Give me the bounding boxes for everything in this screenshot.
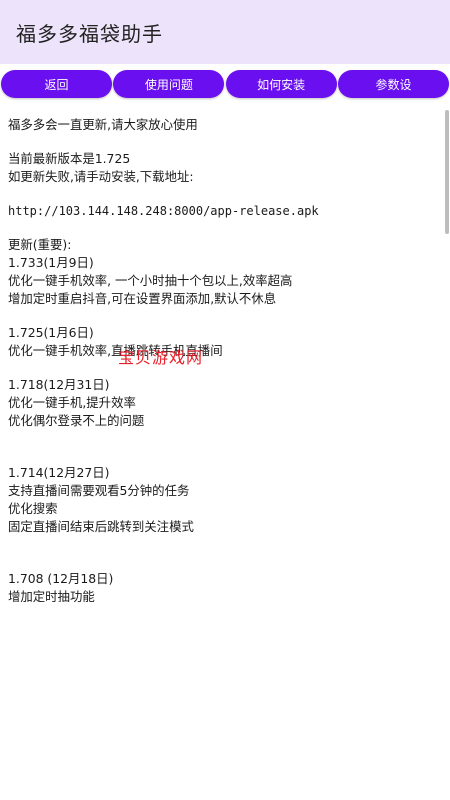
app-title: 福多多福袋助手 <box>16 21 163 46</box>
manual-install-text: 如更新失败,请手动安装,下载地址: <box>8 169 194 184</box>
content-scroll[interactable]: 福多多会一直更新,请大家放心使用 当前最新版本是1.725 如更新失败,请手动安… <box>0 108 450 602</box>
download-url[interactable]: http://103.144.148.248:8000/app-release.… <box>8 202 442 220</box>
release-note: 优化偶尔登录不上的问题 <box>8 413 145 428</box>
release-version: 1.714(12月27日) <box>8 465 110 480</box>
release-note: 支持直播间需要观看5分钟的任务 <box>8 483 190 498</box>
release-version: 1.733(1月9日) <box>8 255 94 270</box>
release-version: 1.718(12月31日) <box>8 377 110 392</box>
intro-text: 福多多会一直更新,请大家放心使用 <box>8 117 198 132</box>
release-note: 增加定时重启抖音,可在设置界面添加,默认不休息 <box>8 291 277 306</box>
scrollbar[interactable] <box>445 110 449 234</box>
release-note: 增加定时抽功能 <box>8 589 95 602</box>
release-version: 1.708 (12月18日) <box>8 571 114 586</box>
release-note: 优化一键手机效率,直播跳转手机直播间 <box>8 343 223 358</box>
update-header: 更新(重要): <box>8 237 72 252</box>
release-version: 1.725(1月6日) <box>8 325 94 340</box>
release-note: 优化搜索 <box>8 501 58 516</box>
settings-button[interactable]: 参数设 <box>337 70 449 98</box>
app-bar: 福多多福袋助手 <box>0 0 450 64</box>
version-text: 当前最新版本是1.725 <box>8 151 131 166</box>
release-note: 固定直播间结束后跳转到关注模式 <box>8 519 194 534</box>
button-row: 返回 使用问题 如何安装 参数设 <box>0 70 450 100</box>
back-button[interactable]: 返回 <box>1 70 112 98</box>
usage-issues-button[interactable]: 使用问题 <box>113 70 225 98</box>
how-to-install-button[interactable]: 如何安装 <box>225 70 337 98</box>
release-note: 优化一键手机效率, 一个小时抽十个包以上,效率超高 <box>8 273 293 288</box>
release-note: 优化一键手机,提升效率 <box>8 395 136 410</box>
